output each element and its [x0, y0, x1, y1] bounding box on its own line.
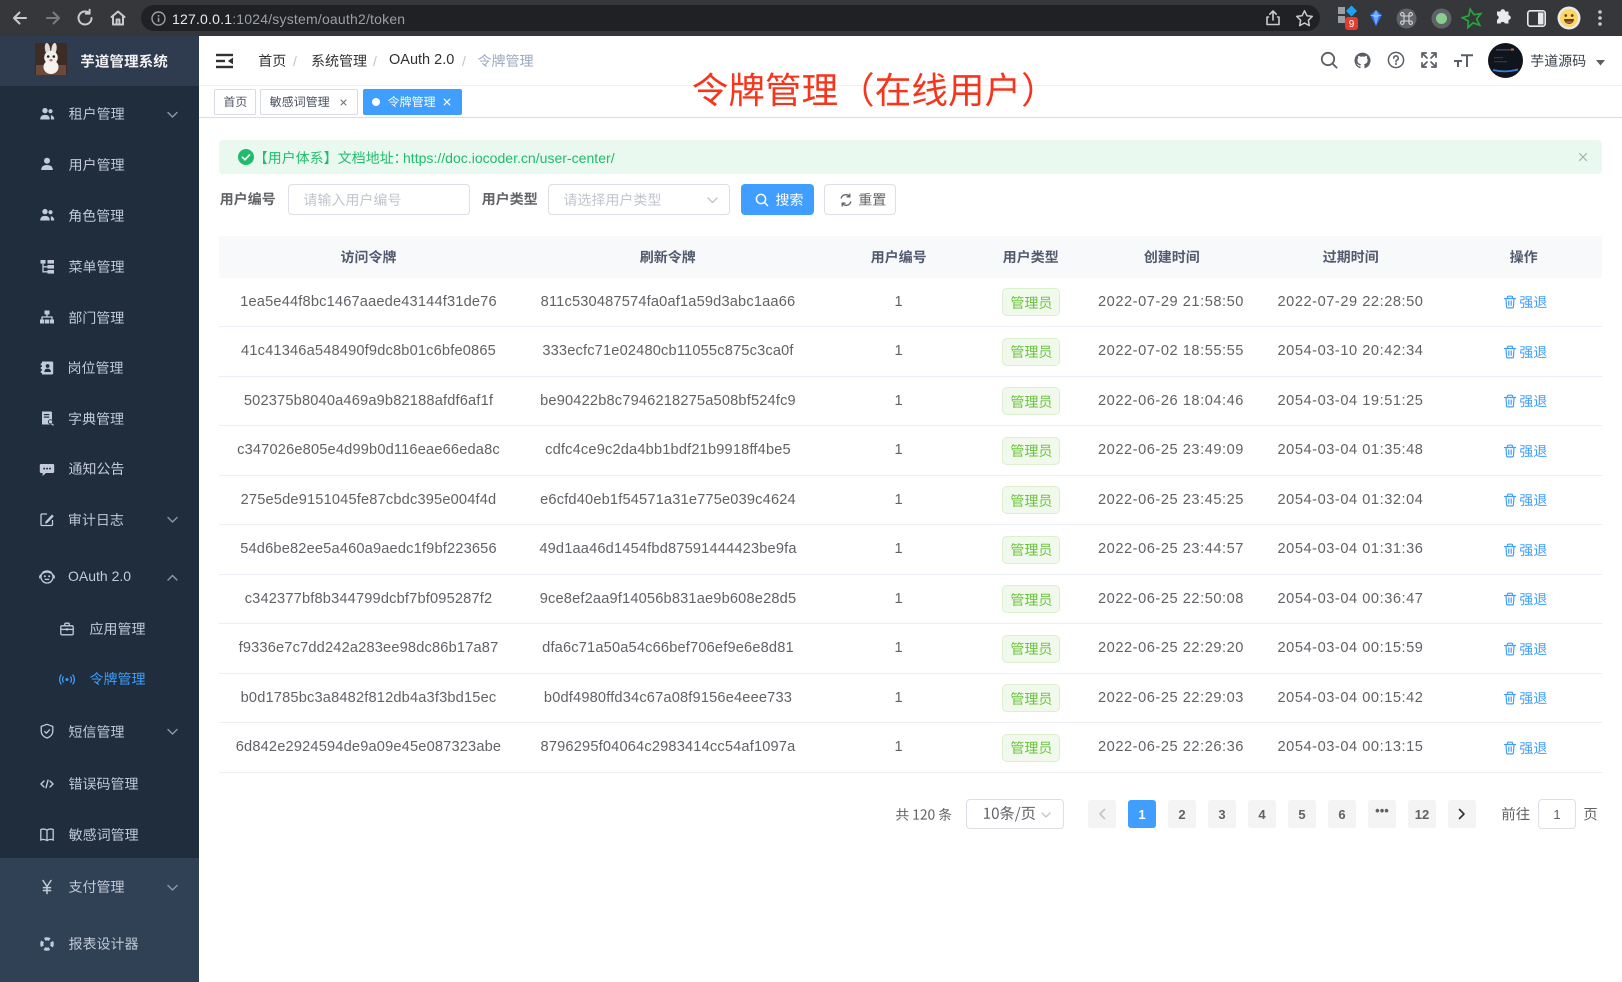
svg-text:9: 9 — [1349, 19, 1355, 30]
